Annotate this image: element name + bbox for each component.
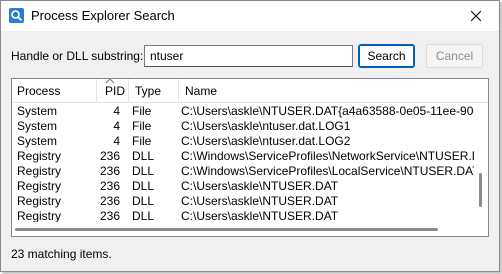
- list-header: Process PID Type Name: [12, 79, 488, 103]
- table-row[interactable]: System 4 File C:\Users\askle\ntuser.dat.…: [12, 119, 474, 134]
- vertical-scroll-thumb[interactable]: [479, 173, 482, 207]
- column-header-process[interactable]: Process: [17, 79, 60, 103]
- column-separator[interactable]: [96, 79, 97, 103]
- column-header-pid[interactable]: PID: [105, 79, 125, 103]
- table-row[interactable]: Registry 236 DLL C:\Windows\ServiceProfi…: [12, 164, 474, 179]
- table-row[interactable]: Registry 236 DLL C:\Users\askle\NTUSER.D…: [12, 194, 474, 209]
- cell-type: DLL: [132, 164, 155, 178]
- cell-name: C:\Users\askle\NTUSER.DAT: [181, 194, 339, 208]
- search-row: Handle or DLL substring: Search Cancel: [11, 44, 489, 68]
- cell-pid: 4: [113, 134, 120, 148]
- cell-process: Registry: [17, 164, 62, 178]
- cell-pid: 4: [113, 119, 120, 133]
- vertical-scrollbar[interactable]: [474, 103, 488, 223]
- cell-name: C:\Users\askle\NTUSER.DAT{a4a63588-0e05-…: [181, 104, 474, 118]
- cell-name: C:\Users\askle\ntuser.dat.LOG1: [181, 119, 351, 133]
- cell-pid: 236: [99, 149, 120, 163]
- title-bar[interactable]: Process Explorer Search: [1, 1, 499, 31]
- cell-pid: 236: [99, 194, 120, 208]
- cell-process: Registry: [17, 149, 62, 163]
- search-button[interactable]: Search: [358, 44, 415, 68]
- column-header-type[interactable]: Type: [135, 79, 161, 103]
- cell-type: File: [132, 104, 152, 118]
- search-label: Handle or DLL substring:: [11, 49, 144, 63]
- cell-pid: 236: [99, 179, 120, 193]
- close-button[interactable]: [453, 1, 499, 31]
- cell-pid: 236: [99, 164, 120, 178]
- cell-name: C:\Windows\ServiceProfiles\NetworkServic…: [181, 149, 474, 163]
- search-input[interactable]: [144, 45, 353, 67]
- table-row[interactable]: System 4 File C:\Users\askle\NTUSER.DAT{…: [12, 104, 474, 119]
- cell-process: Registry: [17, 179, 62, 193]
- cell-type: File: [132, 134, 152, 148]
- process-explorer-app-icon: [9, 8, 24, 23]
- close-icon: [471, 11, 481, 21]
- cell-name: C:\Users\askle\ntuser.dat.LOG2: [181, 134, 351, 148]
- horizontal-scroll-thumb[interactable]: [15, 228, 438, 231]
- cell-pid: 4: [113, 104, 120, 118]
- table-row[interactable]: Registry 236 DLL C:\Windows\ServiceProfi…: [12, 149, 474, 164]
- cell-process: Registry: [17, 194, 62, 208]
- cell-type: File: [132, 119, 152, 133]
- status-text: 23 matching items.: [11, 247, 112, 261]
- window-title: Process Explorer Search: [31, 8, 175, 23]
- cancel-button[interactable]: Cancel: [426, 44, 483, 68]
- results-list[interactable]: Process PID Type Name System 4 File C:\U…: [11, 78, 489, 237]
- horizontal-scrollbar[interactable]: [12, 222, 488, 236]
- table-row[interactable]: Registry 236 DLL C:\Users\askle\NTUSER.D…: [12, 179, 474, 194]
- list-rows: System 4 File C:\Users\askle\NTUSER.DAT{…: [12, 104, 474, 236]
- column-separator[interactable]: [128, 79, 129, 103]
- search-dialog: Process Explorer Search Handle or DLL su…: [0, 0, 500, 272]
- cell-process: System: [17, 104, 58, 118]
- cell-process: System: [17, 119, 58, 133]
- column-separator[interactable]: [178, 79, 179, 103]
- cell-type: DLL: [132, 194, 155, 208]
- cell-type: DLL: [132, 179, 155, 193]
- column-header-name[interactable]: Name: [185, 79, 217, 103]
- cell-process: System: [17, 134, 58, 148]
- table-row[interactable]: System 4 File C:\Users\askle\ntuser.dat.…: [12, 134, 474, 149]
- cell-name: C:\Windows\ServiceProfiles\LocalService\…: [181, 164, 474, 178]
- cell-type: DLL: [132, 149, 155, 163]
- cell-name: C:\Users\askle\NTUSER.DAT: [181, 179, 339, 193]
